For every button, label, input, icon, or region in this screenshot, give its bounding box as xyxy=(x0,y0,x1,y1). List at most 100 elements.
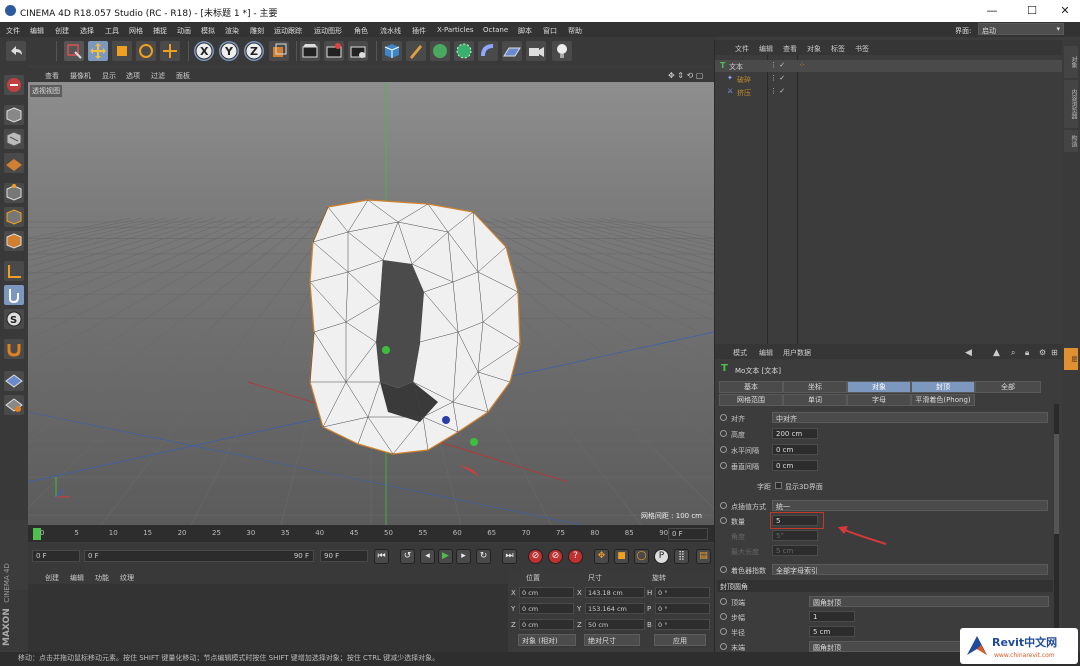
menu-snap[interactable]: 捕捉 xyxy=(153,26,167,36)
tag-icon[interactable]: ⁘ xyxy=(799,61,805,69)
attr-row-align[interactable]: 对齐 中对齐 xyxy=(715,411,1055,425)
menu-x-particles[interactable]: X-Particles xyxy=(437,26,473,34)
om-menu-edit[interactable]: 编辑 xyxy=(759,44,773,54)
om-menu-view[interactable]: 查看 xyxy=(783,44,797,54)
attr-row-v-spacing[interactable]: 垂直间隔 0 cm xyxy=(715,459,1055,473)
scale-tool-icon[interactable] xyxy=(112,41,132,61)
attr-row-shader[interactable]: 着色器指数 全部字母索引 xyxy=(715,563,1055,577)
nav-back-icon[interactable]: ◀ xyxy=(965,348,972,358)
search-icon[interactable]: ⌕ xyxy=(1011,348,1015,358)
perspective-viewport[interactable]: 透视视图 网格间距 : 100 cm xyxy=(28,82,714,525)
menu-tools[interactable]: 工具 xyxy=(105,26,119,36)
am-menu-edit[interactable]: 编辑 xyxy=(759,348,773,358)
grid-lock-icon[interactable] xyxy=(4,371,24,391)
menu-mograph[interactable]: 运动图形 xyxy=(314,26,342,36)
object-row-extrude[interactable]: ⚔ 挤压 ⋮ ✓ xyxy=(715,86,1063,98)
radio-icon[interactable] xyxy=(720,517,727,524)
viewport-menu-view[interactable]: 查看 xyxy=(45,71,59,81)
previous-frame-icon[interactable]: ◂ xyxy=(420,549,435,564)
y-axis-lock-icon[interactable]: Y xyxy=(219,41,239,61)
radio-icon[interactable] xyxy=(720,446,727,453)
axis-mode-icon[interactable] xyxy=(4,261,24,281)
side-tab-objects[interactable]: 对象 xyxy=(1064,46,1078,78)
polygons-mode-icon[interactable] xyxy=(4,231,24,251)
edges-mode-icon[interactable] xyxy=(4,207,24,227)
viewport-menu-panel[interactable]: 面板 xyxy=(176,71,190,81)
size-z-field[interactable]: 50 cm xyxy=(585,619,645,630)
viewport-menu-camera[interactable]: 摄像机 xyxy=(70,71,91,81)
undo-button[interactable] xyxy=(6,41,26,61)
close-icon[interactable]: ✕ xyxy=(1058,4,1072,18)
om-menu-file[interactable]: 文件 xyxy=(735,44,749,54)
viewport-menu-options[interactable]: 选项 xyxy=(126,71,140,81)
snap-icon[interactable]: S xyxy=(4,309,24,329)
menu-character[interactable]: 角色 xyxy=(354,26,368,36)
texture-mode-icon[interactable] xyxy=(4,129,24,149)
attr-row-kerning[interactable]: 字距 显示3D界面 xyxy=(715,479,1055,493)
previous-key-icon[interactable]: ↺ xyxy=(400,549,415,564)
radio-icon[interactable] xyxy=(720,502,727,509)
viewport-menu-display[interactable]: 显示 xyxy=(102,71,116,81)
visibility-dots-icon[interactable]: ⋮ ✓ xyxy=(770,61,785,69)
object-row-shatter[interactable]: ✦ 破碎 ⋮ ✓ xyxy=(715,73,1063,85)
timeline-ruler[interactable]: 0 5 10 15 20 25 30 35 40 45 50 55 60 65 70 75 80 85 90 0 F xyxy=(28,525,714,542)
visibility-dots-icon[interactable]: ⋮ ✓ xyxy=(770,87,785,95)
radio-icon[interactable] xyxy=(720,414,727,421)
tab-all[interactable]: 全部 xyxy=(975,381,1041,393)
subdivision-surface-icon[interactable] xyxy=(430,41,450,61)
height-field[interactable]: 200 cm xyxy=(772,428,818,439)
align-dropdown[interactable]: 中对齐 xyxy=(772,412,1048,423)
attr-row-steps[interactable]: 步幅 1 xyxy=(715,610,1055,624)
floor-object-icon[interactable] xyxy=(502,41,522,61)
light-object-icon[interactable] xyxy=(552,41,572,61)
menu-pipeline[interactable]: 流水线 xyxy=(380,26,401,36)
radio-icon[interactable] xyxy=(720,462,727,469)
menu-create[interactable]: 创建 xyxy=(55,26,69,36)
rot-b-field[interactable]: 0 ° xyxy=(655,619,710,630)
next-frame-icon[interactable]: ▸ xyxy=(456,549,471,564)
tab-object[interactable]: 对象 xyxy=(847,381,911,393)
start-cap-dropdown[interactable]: 圆角封顶 xyxy=(809,596,1049,607)
nav-up-icon[interactable]: ▲ xyxy=(993,348,1000,358)
key-parameter-icon[interactable]: P xyxy=(654,549,669,564)
settings-icon[interactable]: ⚙ xyxy=(1039,348,1046,357)
menu-octane[interactable]: Octane xyxy=(483,26,508,34)
lock-icon[interactable]: 🔒︎ xyxy=(1025,348,1029,358)
material-menu-edit[interactable]: 编辑 xyxy=(70,573,84,583)
go-to-end-icon[interactable]: ⏭ xyxy=(502,549,517,564)
om-menu-bookmark[interactable]: 书签 xyxy=(855,44,869,54)
render-settings-icon[interactable] xyxy=(348,41,368,61)
coord-mode-dropdown[interactable]: 对象 (相对) xyxy=(518,634,576,646)
render-view-icon[interactable] xyxy=(300,41,320,61)
timeline-end-field[interactable]: 0 F xyxy=(668,528,708,540)
tab-letter[interactable]: 字母 xyxy=(847,394,911,406)
menu-edit[interactable]: 编辑 xyxy=(30,26,44,36)
v-spacing-field[interactable]: 0 cm xyxy=(772,460,818,471)
frame-range-slider[interactable]: 0 F 90 F xyxy=(84,550,314,562)
om-menu-object[interactable]: 对象 xyxy=(807,44,821,54)
rot-p-field[interactable]: 0 ° xyxy=(655,603,710,614)
menu-script[interactable]: 脚本 xyxy=(518,26,532,36)
pen-spline-icon[interactable] xyxy=(406,41,426,61)
cube-object-icon[interactable] xyxy=(382,41,402,61)
om-menu-tag[interactable]: 标签 xyxy=(831,44,845,54)
tab-word[interactable]: 单词 xyxy=(783,394,847,406)
key-position-icon[interactable]: ✥ xyxy=(594,549,609,564)
radius-field[interactable]: 5 cm xyxy=(809,626,855,637)
attr-row-height[interactable]: 高度 200 cm xyxy=(715,427,1055,441)
coord-x-position[interactable]: 0 cm xyxy=(519,587,574,598)
side-tab-structure[interactable]: 构造 xyxy=(1064,130,1078,152)
magnet-icon[interactable] xyxy=(4,339,24,359)
side-tab-layers[interactable]: 层 xyxy=(1064,348,1078,370)
radio-icon[interactable] xyxy=(720,643,727,650)
viewport-nav-icons[interactable]: ✥ ⇕ ⟲ ▢ xyxy=(668,71,703,80)
coord-y-position[interactable]: 0 cm xyxy=(519,603,574,614)
menu-render[interactable]: 渲染 xyxy=(225,26,239,36)
play-icon[interactable]: ▶ xyxy=(438,549,453,564)
z-axis-lock-icon[interactable]: Z xyxy=(244,41,264,61)
cloner-icon[interactable] xyxy=(454,41,474,61)
tweak-mode-icon[interactable] xyxy=(4,285,24,305)
interp-dropdown[interactable]: 统一 xyxy=(772,500,1048,511)
menu-plugins[interactable]: 插件 xyxy=(412,26,426,36)
minimize-icon[interactable]: — xyxy=(985,4,999,18)
